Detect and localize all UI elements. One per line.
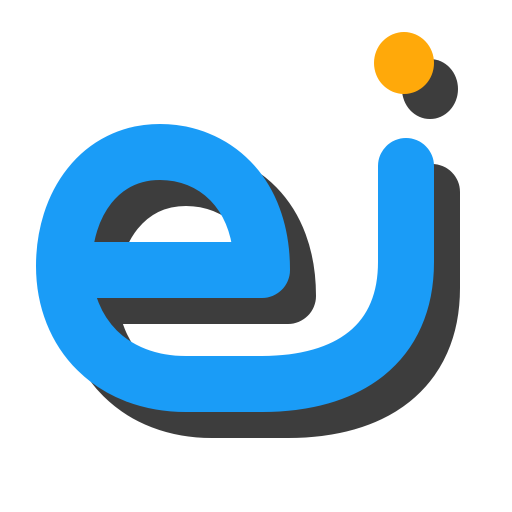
accent-dot xyxy=(374,32,434,94)
ej-logo-icon xyxy=(36,32,460,438)
logo-canvas xyxy=(0,0,512,512)
letter-ej xyxy=(36,124,434,412)
